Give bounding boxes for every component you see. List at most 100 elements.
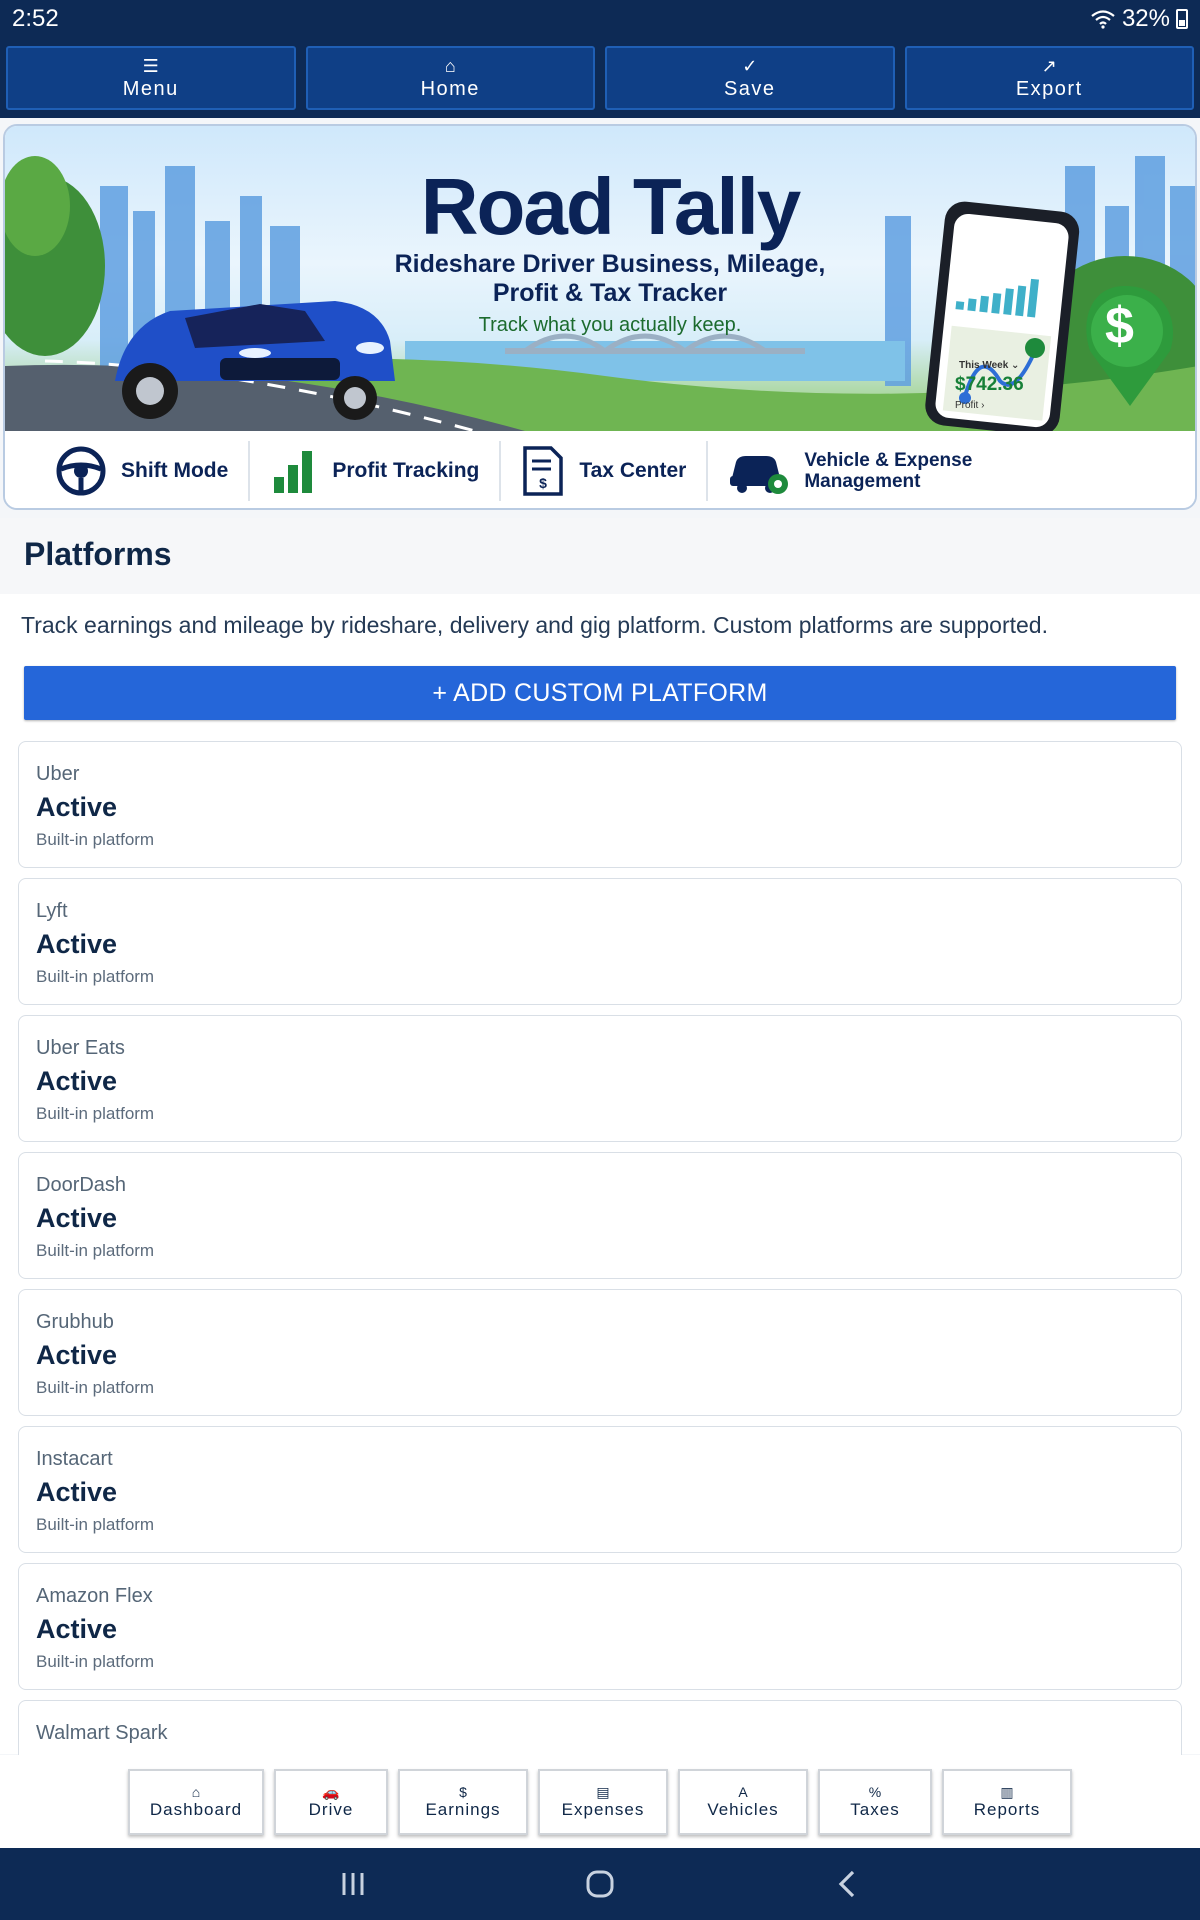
home-button[interactable]: ⌂ Home: [305, 46, 595, 110]
app-tagline: Track what you actually keep.: [478, 314, 742, 336]
nav-dashboard[interactable]: ⌂ Dashboard: [128, 1768, 264, 1835]
back-chevron-icon: [838, 1870, 854, 1898]
platform-card-grubhub[interactable]: Grubhub Active Built-in platform: [18, 1289, 1182, 1416]
back-button[interactable]: [817, 1862, 877, 1906]
platform-card-doordash[interactable]: DoorDash Active Built-in platform: [18, 1152, 1182, 1279]
bar-chart-icon: [274, 450, 313, 493]
feature-tax-center: $ Tax Center: [499, 440, 706, 501]
nav-vehicles[interactable]: A Vehicles: [678, 1768, 808, 1835]
battery-icon: [1176, 9, 1188, 29]
wifi-icon: [1091, 10, 1115, 29]
home-system-button[interactable]: [570, 1862, 630, 1906]
nav-label: Earnings: [425, 1799, 501, 1819]
save-button-label: Save: [723, 77, 776, 100]
feature-shift-mode: Shift Mode: [35, 441, 248, 501]
platform-type: Built-in platform: [36, 967, 155, 986]
nav-expenses[interactable]: ▤ Expenses: [538, 1768, 668, 1835]
platform-name: Walmart Spark: [36, 1722, 168, 1744]
export-icon: ↗: [1041, 55, 1057, 76]
platform-status: Active: [36, 1614, 118, 1644]
platform-status: Active: [36, 1477, 118, 1507]
car-icon: 🚗: [322, 1783, 340, 1800]
save-button[interactable]: ✓ Save: [605, 46, 895, 110]
platform-card-instacart[interactable]: Instacart Active Built-in platform: [18, 1426, 1182, 1553]
svg-text:$: $: [539, 475, 547, 491]
nav-label: Expenses: [561, 1799, 645, 1819]
export-button-label: Export: [1015, 77, 1083, 100]
feature-label: Tax Center: [579, 458, 687, 482]
page-title: Platforms: [24, 536, 172, 572]
phone-amount: $742.36: [955, 374, 1024, 395]
car-gear-icon: [730, 455, 789, 494]
top-toolbar: ☰ Menu ⌂ Home ✓ Save ↗ Export: [0, 38, 1200, 118]
status-right: 32%: [1090, 5, 1188, 33]
platform-status: Active: [36, 1203, 118, 1233]
vehicle-icon: A: [738, 1783, 748, 1800]
status-time: 2:52: [12, 5, 59, 32]
receipt-icon: ▤: [596, 1783, 610, 1800]
title-band: [0, 518, 1200, 594]
platform-type: Built-in platform: [36, 1378, 155, 1397]
feature-strip: Shift Mode Profit Tracking $ Tax Center: [5, 431, 1195, 508]
app-subtitle-line1: Rideshare Driver Business, Mileage,: [394, 250, 826, 278]
platform-card-uber-eats[interactable]: Uber Eats Active Built-in platform: [18, 1015, 1182, 1142]
export-button[interactable]: ↗ Export: [904, 46, 1194, 110]
nav-label: Taxes: [850, 1799, 900, 1819]
dollar-icon: $: [459, 1783, 467, 1800]
system-nav-bar: [0, 1848, 1200, 1920]
feature-label-line2: Management: [804, 470, 921, 492]
status-bar: 2:52 32%: [0, 0, 1200, 38]
platform-name: DoorDash: [36, 1174, 127, 1196]
dollar-pin-symbol: $: [1105, 297, 1134, 355]
feature-label: Profit Tracking: [332, 458, 480, 482]
platform-card-lyft[interactable]: Lyft Active Built-in platform: [18, 878, 1182, 1005]
nav-taxes[interactable]: % Taxes: [818, 1768, 932, 1835]
platform-card-uber[interactable]: Uber Active Built-in platform: [18, 741, 1182, 868]
platform-type: Built-in platform: [36, 1104, 155, 1123]
phone-illustration: [925, 201, 1080, 431]
nav-reports[interactable]: ▥ Reports: [942, 1768, 1072, 1835]
percent-icon: %: [868, 1783, 882, 1800]
phone-week-label: This Week ⌄: [959, 360, 1020, 371]
platform-status: Active: [36, 1066, 118, 1096]
recent-apps-button[interactable]: [323, 1862, 383, 1906]
feature-label-line1: Vehicle & Expense: [804, 449, 973, 471]
home-circle-icon: [586, 1870, 614, 1898]
platform-name: Uber: [36, 763, 80, 785]
platform-type: Built-in platform: [36, 1515, 155, 1534]
platform-status: Active: [36, 929, 118, 959]
platform-card-walmart-spark[interactable]: Walmart Spark: [18, 1700, 1182, 1755]
battery-percent: 32%: [1121, 5, 1170, 32]
phone-profit-label: Profit ›: [955, 400, 985, 411]
hero-illustration: Road Tally Rideshare Driver Business, Mi…: [5, 126, 1195, 431]
feature-profit-tracking: Profit Tracking: [248, 440, 499, 501]
nav-label: Dashboard: [149, 1799, 243, 1819]
bottom-nav: ⌂ Dashboard 🚗 Drive $ Earnings ▤ Expense…: [0, 1755, 1200, 1848]
menu-button[interactable]: ☰ Menu: [6, 46, 296, 110]
nav-label: Drive: [308, 1799, 354, 1819]
platform-type: Built-in platform: [36, 1241, 155, 1260]
home-button-label: Home: [420, 77, 480, 100]
platform-status: Active: [36, 1340, 118, 1370]
nav-earnings[interactable]: $ Earnings: [398, 1768, 528, 1835]
platform-name: Instacart: [36, 1448, 113, 1470]
hero-title-block: Road Tally Rideshare Driver Business, Mi…: [335, 164, 885, 337]
check-icon: ✓: [742, 55, 758, 76]
page-description: Track earnings and mileage by rideshare,…: [21, 612, 1048, 638]
steering-wheel-icon: [56, 446, 106, 495]
platform-name: Amazon Flex: [36, 1585, 153, 1607]
nav-label: Reports: [973, 1799, 1041, 1819]
nav-drive[interactable]: 🚗 Drive: [274, 1768, 388, 1835]
app-title: Road Tally: [420, 162, 802, 251]
platform-card-amazon-flex[interactable]: Amazon Flex Active Built-in platform: [18, 1563, 1182, 1690]
platform-status: Active: [36, 792, 118, 822]
tax-document-icon: $: [523, 445, 564, 496]
platform-type: Built-in platform: [36, 1652, 155, 1671]
reports-icon: ▥: [1000, 1783, 1014, 1800]
recent-apps-icon: [342, 1873, 364, 1895]
feature-label: Shift Mode: [121, 458, 229, 482]
platform-name: Lyft: [36, 900, 68, 922]
feature-label: Vehicle & Expense Management: [804, 450, 972, 492]
platform-type: Built-in platform: [36, 830, 155, 849]
add-custom-platform-button[interactable]: + ADD CUSTOM PLATFORM: [24, 666, 1176, 720]
